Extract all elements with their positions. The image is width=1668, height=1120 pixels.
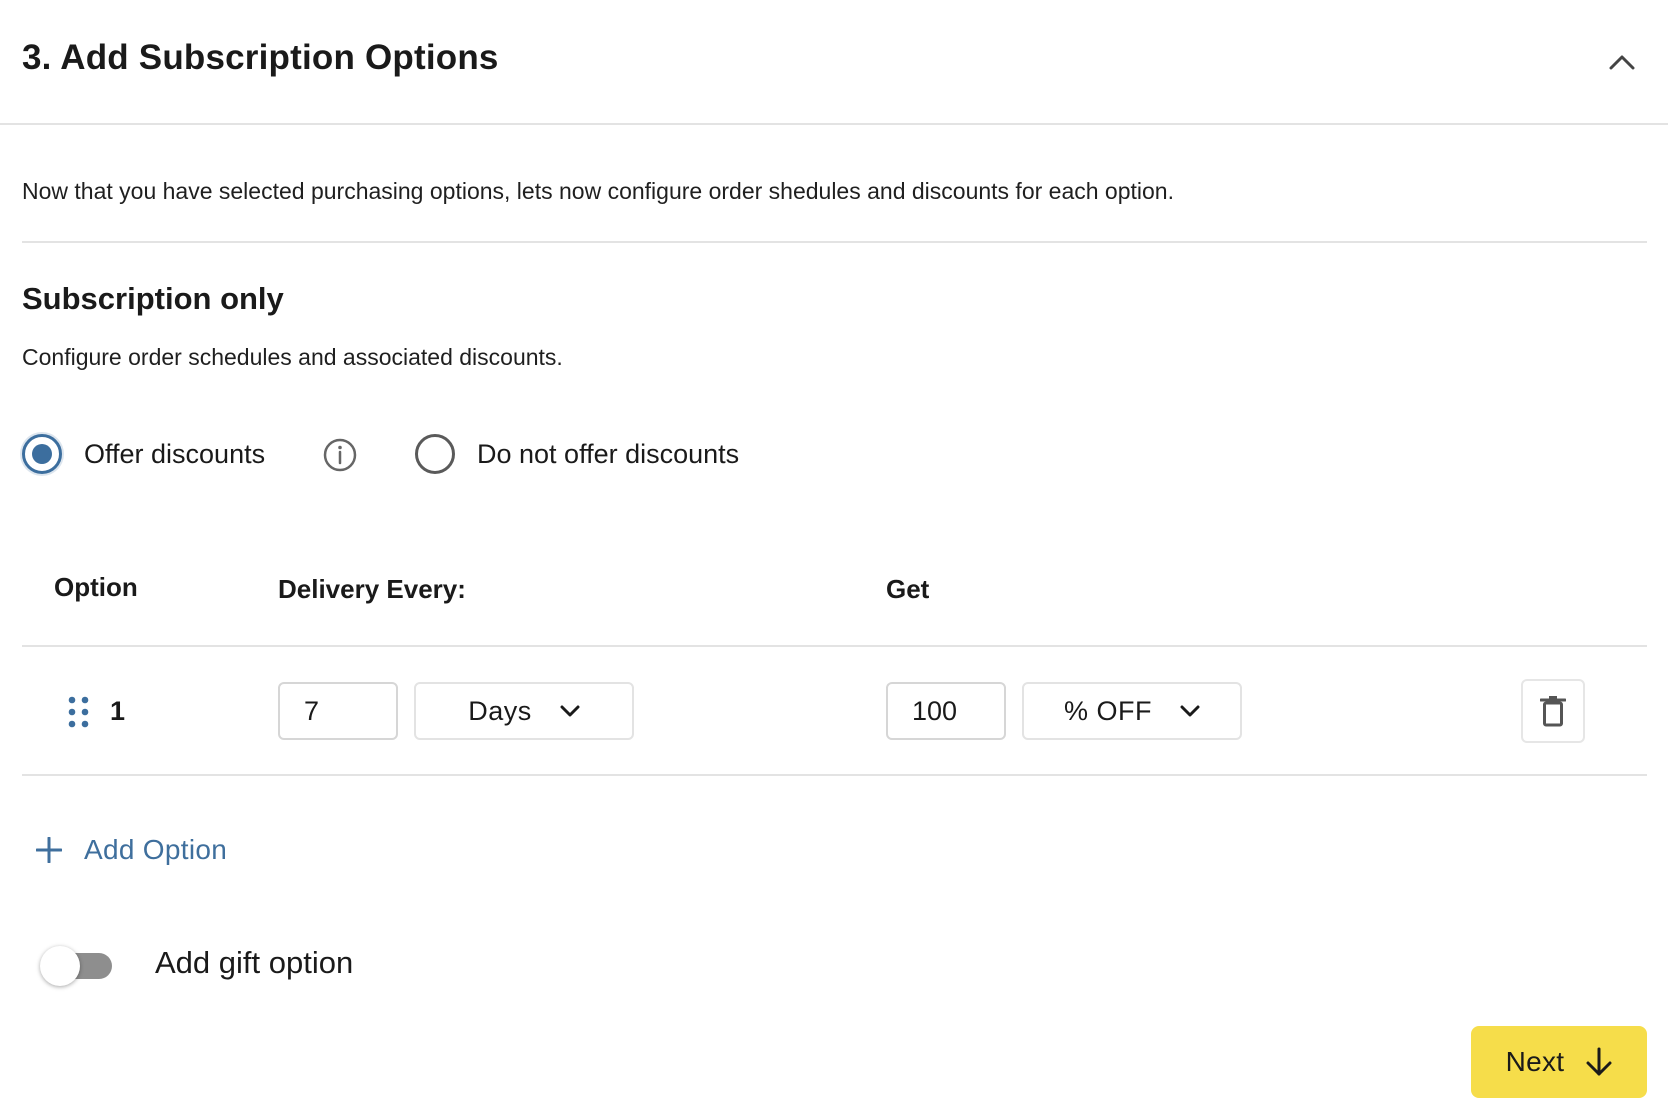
gift-option-toggle[interactable] bbox=[40, 946, 114, 986]
radio-selected-indicator[interactable] bbox=[22, 434, 62, 474]
delivery-unit-select[interactable]: Days bbox=[414, 682, 634, 740]
add-option-button[interactable]: Add Option bbox=[36, 831, 227, 869]
column-header-get: Get bbox=[886, 574, 930, 604]
offer-discounts-radio[interactable]: Offer discounts bbox=[22, 432, 265, 476]
offer-discounts-label: Offer discounts bbox=[84, 438, 266, 469]
column-header-delivery: Delivery Every: bbox=[278, 574, 466, 604]
discount-type-select[interactable]: % OFF bbox=[1022, 682, 1242, 740]
next-button[interactable]: Next bbox=[1471, 1026, 1647, 1098]
no-discounts-label: Do not offer discounts bbox=[477, 438, 740, 469]
toggle-knob bbox=[40, 946, 80, 986]
plus-icon bbox=[36, 837, 62, 863]
chevron-down-icon bbox=[1180, 705, 1200, 717]
discount-value-input[interactable] bbox=[886, 682, 1006, 740]
gift-option-label: Add gift option bbox=[155, 945, 354, 980]
discount-type-value: % OFF bbox=[1064, 695, 1152, 726]
delivery-unit-value: Days bbox=[468, 695, 532, 726]
add-option-label: Add Option bbox=[84, 834, 228, 865]
column-header-option: Option bbox=[54, 572, 138, 602]
intro-text: Now that you have selected purchasing op… bbox=[22, 178, 1174, 204]
table-row: 1 Days % OFF bbox=[22, 645, 1647, 776]
option-number: 1 bbox=[110, 696, 126, 726]
delete-option-button[interactable] bbox=[1521, 679, 1585, 743]
section-header[interactable]: 3. Add Subscription Options bbox=[0, 0, 1668, 125]
collapse-button[interactable] bbox=[1600, 42, 1644, 82]
page-title: 3. Add Subscription Options bbox=[22, 38, 499, 77]
section-title: Subscription only bbox=[22, 281, 284, 316]
drag-handle-icon[interactable] bbox=[67, 695, 91, 729]
radio-unselected-indicator[interactable] bbox=[415, 434, 455, 474]
divider bbox=[22, 241, 1647, 243]
no-discounts-radio[interactable]: Do not offer discounts bbox=[415, 432, 739, 476]
section-description: Configure order schedules and associated… bbox=[22, 344, 563, 370]
trash-icon bbox=[1540, 696, 1566, 727]
chevron-down-icon bbox=[560, 705, 580, 717]
delivery-interval-input[interactable] bbox=[278, 682, 398, 740]
info-icon[interactable] bbox=[322, 437, 358, 473]
arrow-down-icon bbox=[1586, 1047, 1612, 1076]
chevron-up-icon bbox=[1609, 55, 1635, 70]
next-label: Next bbox=[1505, 1046, 1565, 1077]
